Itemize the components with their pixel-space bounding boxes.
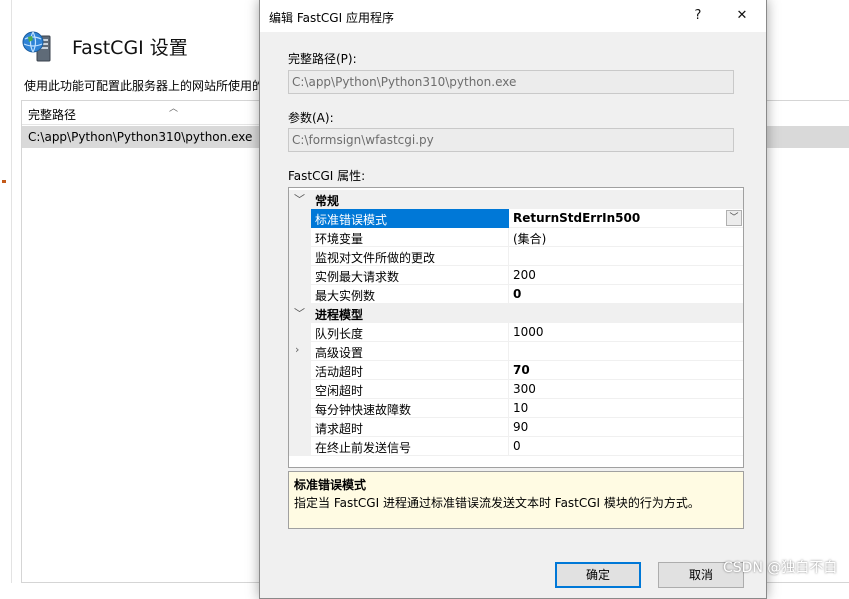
row-gutter: › xyxy=(289,342,311,361)
property-name: 高级设置 xyxy=(311,342,509,361)
property-name: 实例最大请求数 xyxy=(311,266,509,285)
row-full-path: C:\app\Python\Python310\python.exe xyxy=(28,130,253,144)
dialog-title: 编辑 FastCGI 应用程序 xyxy=(269,11,394,25)
properties-label: FastCGI 属性: xyxy=(288,169,366,183)
property-value[interactable] xyxy=(509,247,743,266)
property-value[interactable]: 0 xyxy=(509,437,743,456)
description-text: 指定当 FastCGI 进程通过标准错误流发送文本时 FastCGI 模块的行为… xyxy=(294,496,700,510)
arguments-label: 参数(A): xyxy=(288,111,334,125)
page-description: 使用此功能可配置此服务器上的网站所使用的 xyxy=(24,79,265,93)
row-gutter xyxy=(289,361,311,380)
chevron-down-icon[interactable]: ﹀ xyxy=(726,210,742,226)
property-row-activity-timeout[interactable]: 活动超时 70 xyxy=(289,361,743,380)
property-name: 每分钟快速故障数 xyxy=(311,399,509,418)
expand-chevron-icon[interactable]: › xyxy=(295,343,299,356)
property-row-request-timeout[interactable]: 请求超时 90 xyxy=(289,418,743,437)
property-name: 请求超时 xyxy=(311,418,509,437)
property-value[interactable]: 10 xyxy=(509,399,743,418)
property-row-stderr-mode[interactable]: 标准错误模式 ReturnStdErrIn500 ﹀ xyxy=(289,209,743,228)
column-header-full-path[interactable]: 完整路径 ︿ xyxy=(22,101,262,125)
help-button[interactable]: ? xyxy=(676,0,720,32)
server-globe-icon xyxy=(22,31,51,62)
property-name: 活动超时 xyxy=(311,361,509,380)
sort-ascending-icon: ︿ xyxy=(169,104,179,114)
property-value[interactable]: (集合) xyxy=(509,228,743,247)
row-gutter xyxy=(289,228,311,247)
row-gutter xyxy=(289,380,311,399)
property-value[interactable]: 70 xyxy=(509,361,743,380)
row-gutter xyxy=(289,285,311,304)
property-row-rapid-fails[interactable]: 每分钟快速故障数 10 xyxy=(289,399,743,418)
property-value[interactable]: 0 xyxy=(509,285,743,304)
property-value[interactable] xyxy=(509,342,743,361)
property-row-env-vars[interactable]: 环境变量 (集合) xyxy=(289,228,743,247)
collapse-chevron-icon[interactable]: ﹀ xyxy=(294,305,305,321)
page-title: FastCGI 设置 xyxy=(72,37,188,59)
property-row-signal-before-terminate[interactable]: 在终止前发送信号 0 xyxy=(289,437,743,456)
category-general[interactable]: ﹀ 常规 xyxy=(289,190,743,209)
description-title: 标准错误模式 xyxy=(294,478,367,492)
category-label: 进程模型 xyxy=(315,308,364,322)
close-button[interactable]: ✕ xyxy=(720,0,764,32)
property-name: 标准错误模式 xyxy=(311,209,509,228)
row-gutter xyxy=(289,323,311,342)
full-path-label: 完整路径(P): xyxy=(288,52,357,66)
property-name: 环境变量 xyxy=(311,228,509,247)
property-description-panel: 标准错误模式 指定当 FastCGI 进程通过标准错误流发送文本时 FastCG… xyxy=(288,471,744,529)
property-name: 在终止前发送信号 xyxy=(311,437,509,456)
dialog-titlebar[interactable]: 编辑 FastCGI 应用程序 ? ✕ xyxy=(260,0,766,32)
row-gutter xyxy=(289,266,311,285)
property-row-max-requests[interactable]: 实例最大请求数 200 xyxy=(289,266,743,285)
column-header-label: 完整路径 xyxy=(28,108,77,122)
row-gutter xyxy=(289,418,311,437)
property-name: 队列长度 xyxy=(311,323,509,342)
property-row-idle-timeout[interactable]: 空闲超时 300 xyxy=(289,380,743,399)
row-gutter xyxy=(289,437,311,456)
property-name: 最大实例数 xyxy=(311,285,509,304)
property-value[interactable]: 90 xyxy=(509,418,743,437)
collapse-chevron-icon[interactable]: ﹀ xyxy=(294,191,305,207)
edit-fastcgi-dialog: 编辑 FastCGI 应用程序 ? ✕ 完整路径(P): C:\app\Pyth… xyxy=(259,0,767,599)
property-row-monitor-changes[interactable]: 监视对文件所做的更改 xyxy=(289,247,743,266)
ok-button[interactable]: 确定 xyxy=(555,562,641,588)
property-row-queue-length[interactable]: 队列长度 1000 xyxy=(289,323,743,342)
left-pane-marker xyxy=(2,180,6,183)
property-value-dropdown[interactable]: ReturnStdErrIn500 xyxy=(509,209,743,228)
csdn-watermark: CSDN @独白不白 xyxy=(723,560,838,576)
row-gutter xyxy=(289,399,311,418)
row-gutter xyxy=(289,209,311,228)
full-path-field[interactable]: C:\app\Python\Python310\python.exe xyxy=(288,70,734,94)
property-value[interactable]: 300 xyxy=(509,380,743,399)
property-value[interactable]: 1000 xyxy=(509,323,743,342)
left-pane-edge xyxy=(0,0,12,583)
property-name: 监视对文件所做的更改 xyxy=(311,247,509,266)
property-grid[interactable]: ﹀ 常规 标准错误模式 ReturnStdErrIn500 ﹀ 环境变量 (集合… xyxy=(288,187,744,468)
property-row-max-instances[interactable]: 最大实例数 0 xyxy=(289,285,743,304)
property-name: 空闲超时 xyxy=(311,380,509,399)
property-value[interactable]: 200 xyxy=(509,266,743,285)
category-process-model[interactable]: ﹀ 进程模型 xyxy=(289,304,743,323)
row-gutter xyxy=(289,247,311,266)
category-label: 常规 xyxy=(315,194,340,208)
arguments-field[interactable]: C:\formsign\wfastcgi.py xyxy=(288,128,734,152)
property-row-advanced[interactable]: › 高级设置 xyxy=(289,342,743,361)
